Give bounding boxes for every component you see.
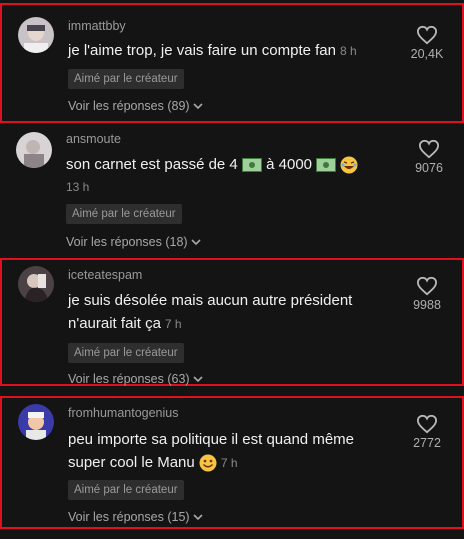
comment-username[interactable]: ansmoute	[66, 132, 121, 146]
liked-by-creator-badge: Aimé par le créateur	[68, 69, 184, 89]
chevron-down-icon	[193, 103, 203, 110]
heart-outline-icon	[416, 276, 438, 296]
avatar[interactable]	[18, 17, 54, 53]
comment-time: 7 h	[164, 317, 182, 331]
view-replies-button[interactable]: Voir les réponses (89)	[68, 99, 203, 113]
comment-item: ansmoute son carnet est passé de 4 à 400…	[0, 128, 464, 252]
money-emoji-icon	[316, 158, 337, 173]
money-emoji-icon	[241, 158, 262, 173]
comment-time: 13 h	[66, 180, 90, 194]
like-count: 9076	[415, 161, 443, 175]
avatar[interactable]	[18, 404, 54, 440]
comment-text: peu importe sa politique il est quand mê…	[68, 431, 354, 472]
comment-time: 8 h	[340, 44, 357, 58]
like-count: 9988	[413, 298, 441, 312]
heart-outline-icon	[416, 25, 438, 45]
comment-text: je l'aime trop, je vais faire un compte …	[68, 42, 357, 59]
comment-text: je suis désolée mais aucun autre préside…	[68, 292, 353, 332]
comment-item: immattbby je l'aime trop, je vais faire …	[0, 3, 464, 123]
grin-emoji-icon	[199, 454, 217, 472]
liked-by-creator-badge: Aimé par le créateur	[68, 343, 184, 363]
comment-username[interactable]: fromhumantogenius	[68, 406, 178, 420]
comment-username[interactable]: iceteatespam	[68, 268, 142, 282]
like-button[interactable]: 20,4K	[402, 25, 452, 61]
liked-by-creator-badge: Aimé par le créateur	[68, 480, 184, 500]
like-count: 20,4K	[410, 47, 444, 61]
comment-username[interactable]: immattbby	[68, 19, 126, 33]
like-button[interactable]: 9988	[402, 276, 452, 312]
like-count: 2772	[413, 436, 441, 450]
avatar[interactable]	[18, 266, 54, 302]
comment-time: 7 h	[220, 456, 238, 470]
view-replies-button[interactable]: Voir les réponses (63)	[68, 372, 203, 386]
chevron-down-icon	[193, 376, 203, 383]
heart-outline-icon	[418, 139, 440, 159]
heart-outline-icon	[416, 414, 438, 434]
comment-item: iceteatespam je suis désolée mais aucun …	[0, 258, 464, 386]
liked-by-creator-badge: Aimé par le créateur	[66, 204, 182, 224]
chevron-down-icon	[193, 514, 203, 521]
chevron-down-icon	[191, 239, 201, 246]
like-button[interactable]: 2772	[402, 414, 452, 450]
view-replies-button[interactable]: Voir les réponses (15)	[68, 510, 203, 524]
like-button[interactable]: 9076	[404, 139, 454, 175]
comment-text: son carnet est passé de 4 à 4000	[66, 153, 396, 176]
view-replies-button[interactable]: Voir les réponses (18)	[66, 235, 201, 249]
avatar[interactable]	[16, 132, 52, 168]
laughing-emoji-icon	[340, 156, 358, 174]
comment-item: fromhumantogenius peu importe sa politiq…	[0, 396, 464, 529]
